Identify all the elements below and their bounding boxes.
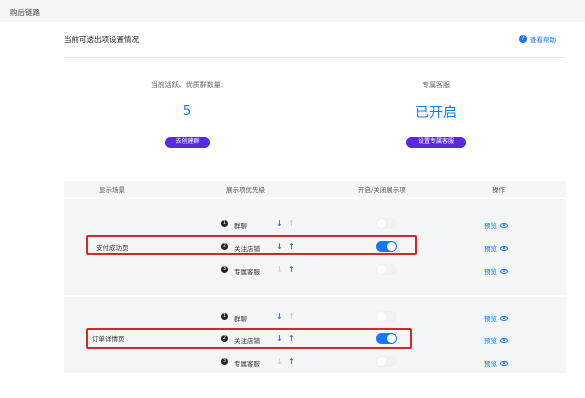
preview-link[interactable]: 预览: [484, 220, 508, 230]
priority-number: 3: [221, 266, 228, 273]
preview-label: 预览: [484, 360, 497, 368]
move-up-arrow-icon[interactable]: ↑: [288, 266, 295, 274]
move-down-arrow-icon[interactable]: ↓: [276, 220, 283, 228]
priority-number: 3: [221, 358, 228, 365]
exclusive-service-label: 专属客服: [422, 81, 450, 89]
display-toggle[interactable]: [376, 356, 397, 367]
top-bar: [0, 0, 585, 22]
preview-link[interactable]: 预览: [484, 266, 508, 276]
eye-icon: [500, 360, 508, 366]
display-toggle[interactable]: [376, 264, 397, 275]
set-exclusive-service-button[interactable]: 设置专属客服: [406, 137, 466, 148]
highlight-box: [86, 328, 412, 349]
header-toggle: 开启/关闭展示项: [358, 186, 406, 194]
display-item-name: 群聊: [234, 222, 247, 230]
section-title: 当前可透出项设置情况: [64, 35, 139, 44]
highlight-box: [86, 235, 417, 255]
preview-label: 预览: [484, 245, 497, 253]
display-toggle[interactable]: [376, 218, 397, 229]
move-down-arrow-icon[interactable]: ↓: [276, 313, 283, 321]
active-group-count-label: 当前活跃、优质群数量:: [150, 81, 224, 89]
preview-label: 预览: [484, 315, 497, 323]
preview-label: 预览: [484, 222, 497, 230]
priority-number: 1: [221, 313, 228, 320]
active-group-count-value: 5: [182, 104, 192, 119]
eye-icon: [500, 245, 508, 251]
header-priority: 展示项优先级: [226, 186, 265, 194]
display-item-name: 专属客服: [234, 360, 260, 368]
help-label: 查看帮助: [530, 36, 556, 44]
preview-label: 预览: [484, 268, 497, 276]
eye-icon: [500, 315, 508, 321]
display-item-name: 群聊: [234, 315, 247, 323]
eye-icon: [500, 268, 508, 274]
move-up-arrow-icon[interactable]: ↑: [288, 313, 295, 321]
display-item-name: 专属客服: [234, 268, 260, 276]
eye-icon: [500, 337, 508, 343]
exclusive-service-status: 已开启: [415, 105, 457, 121]
header-action: 操作: [492, 186, 505, 194]
preview-label: 预览: [484, 337, 497, 345]
move-up-arrow-icon[interactable]: ↑: [288, 220, 295, 228]
move-down-arrow-icon[interactable]: ↓: [276, 266, 283, 274]
preview-link[interactable]: 预览: [484, 358, 508, 368]
help-link[interactable]: ? 查看帮助: [519, 34, 556, 44]
table-header: [64, 181, 566, 197]
eye-icon: [500, 222, 508, 228]
divider: [64, 57, 566, 58]
priority-number: 1: [221, 220, 228, 227]
header-scene: 显示场景: [99, 186, 125, 194]
preview-link[interactable]: 预览: [484, 243, 508, 253]
page-title: 购后链路: [10, 8, 40, 17]
preview-link[interactable]: 预览: [484, 335, 508, 345]
move-down-arrow-icon[interactable]: ↓: [276, 358, 283, 366]
create-group-button[interactable]: 去创建群: [165, 137, 210, 148]
move-up-arrow-icon[interactable]: ↑: [288, 358, 295, 366]
question-circle-icon: ?: [519, 35, 527, 43]
display-toggle[interactable]: [376, 311, 397, 322]
preview-link[interactable]: 预览: [484, 313, 508, 323]
